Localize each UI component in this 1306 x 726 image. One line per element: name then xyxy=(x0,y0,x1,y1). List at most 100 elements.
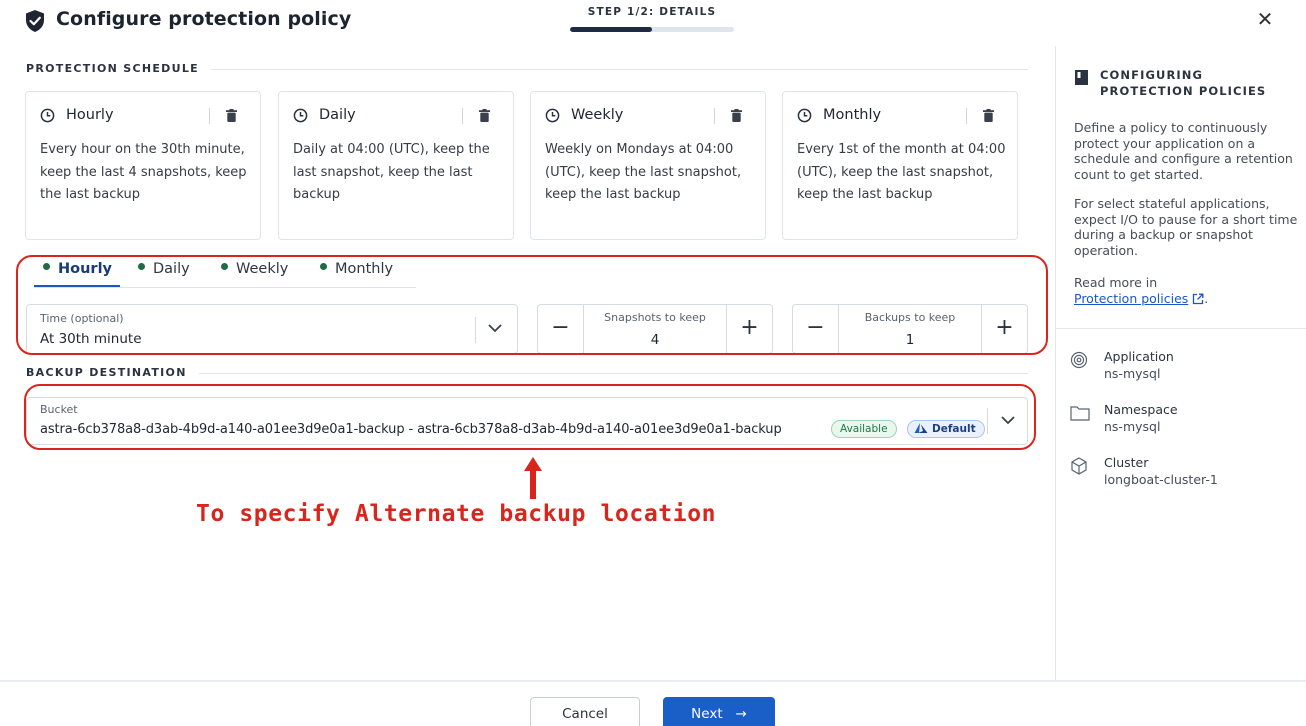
tab-monthly[interactable]: Monthly xyxy=(320,261,393,277)
status-dot xyxy=(138,263,145,270)
card-description: Every hour on the 30th minute, keep the … xyxy=(40,142,247,202)
time-select[interactable]: Time (optional) At 30th minute xyxy=(26,304,518,354)
snapshots-value[interactable]: 4 xyxy=(584,332,726,348)
book-icon xyxy=(1075,70,1088,85)
sidebar-title-line1: CONFIGURING xyxy=(1100,68,1204,82)
schedule-card-weekly: Weekly Weekly on Mondays at 04:00 (UTC),… xyxy=(530,91,766,240)
dialog-title: Configure protection policy xyxy=(56,8,352,30)
time-label: Time (optional) xyxy=(40,312,124,325)
help-sidebar: CONFIGURING PROTECTION POLICIES Define a… xyxy=(1055,46,1306,680)
status-dot xyxy=(43,263,50,270)
sidebar-item-value: ns-mysql xyxy=(1104,419,1161,434)
protection-policies-link[interactable]: Protection policies xyxy=(1074,291,1188,306)
schedule-card-daily: Daily Daily at 04:00 (UTC), keep the las… xyxy=(278,91,514,240)
card-description: Weekly on Mondays at 04:00 (UTC), keep t… xyxy=(545,142,742,202)
snapshots-increment-button[interactable]: + xyxy=(726,305,772,353)
next-button[interactable]: Next → xyxy=(663,697,775,726)
clock-icon xyxy=(797,108,812,123)
backups-increment-button[interactable]: + xyxy=(981,305,1027,353)
default-badge-label: Default xyxy=(932,423,976,435)
tab-hourly[interactable]: Hourly xyxy=(43,261,112,277)
application-icon xyxy=(1070,351,1088,369)
cluster-icon xyxy=(1071,457,1087,475)
backups-label: Backups to keep xyxy=(864,311,956,324)
default-badge: Default xyxy=(907,420,985,438)
select-separator xyxy=(987,408,988,434)
sidebar-title-line2: PROTECTION POLICIES xyxy=(1100,84,1267,98)
backup-destination-heading: BACKUP DESTINATION xyxy=(26,366,199,379)
external-link-icon[interactable] xyxy=(1192,293,1204,305)
step-indicator-label: STEP 1/2: DETAILS xyxy=(587,6,717,18)
footer-divider xyxy=(0,680,1306,682)
sidebar-read-more: Read more in Protection policies. xyxy=(1074,275,1300,306)
sidebar-item-key: Namespace xyxy=(1104,402,1178,417)
sidebar-item-namespace: Namespace ns-mysql xyxy=(1070,402,1300,438)
annotation-text: To specify Alternate backup location xyxy=(196,501,717,527)
sidebar-item-cluster: Cluster longboat-cluster-1 xyxy=(1070,455,1300,491)
folder-icon xyxy=(1070,406,1090,421)
bucket-value: astra-6cb378a8-d3ab-4b9d-a140-a01ee3d9e0… xyxy=(40,422,782,437)
sidebar-item-value: ns-mysql xyxy=(1104,366,1161,381)
card-title: Daily xyxy=(319,107,356,123)
chevron-down-icon[interactable] xyxy=(487,322,503,334)
card-divider xyxy=(966,108,967,124)
card-title: Hourly xyxy=(66,107,114,123)
tab-daily[interactable]: Daily xyxy=(138,261,190,277)
trash-icon[interactable] xyxy=(479,109,490,122)
sidebar-item-value: longboat-cluster-1 xyxy=(1104,472,1218,487)
snapshots-decrement-button[interactable]: − xyxy=(538,305,584,353)
step-progress-bar xyxy=(570,27,734,32)
select-separator xyxy=(475,317,476,343)
tab-label: Weekly xyxy=(236,261,289,277)
sidebar-title: CONFIGURING PROTECTION POLICIES xyxy=(1100,67,1266,99)
active-tab-indicator xyxy=(34,285,120,287)
tab-label: Daily xyxy=(153,261,190,277)
protection-schedule-heading: PROTECTION SCHEDULE xyxy=(26,62,211,75)
tab-weekly[interactable]: Weekly xyxy=(221,261,288,277)
close-button[interactable]: ✕ xyxy=(1255,8,1275,30)
backups-decrement-button[interactable]: − xyxy=(793,305,839,353)
clock-icon xyxy=(545,108,560,123)
trash-icon[interactable] xyxy=(983,109,994,122)
card-title: Monthly xyxy=(823,107,882,123)
trash-icon[interactable] xyxy=(226,109,237,122)
sidebar-item-key: Cluster xyxy=(1104,455,1149,470)
arrow-up-icon xyxy=(524,457,542,499)
sidebar-intro: Define a policy to continuously protect … xyxy=(1074,120,1293,182)
dialog-header: Configure protection policy STEP 1/2: DE… xyxy=(0,0,1306,46)
read-more-text: Read more in xyxy=(1074,275,1158,290)
status-dot xyxy=(320,263,327,270)
schedule-card-hourly: Hourly Every hour on the 30th minute, ke… xyxy=(25,91,261,240)
arrow-right-icon: → xyxy=(735,706,747,722)
card-description: Every 1st of the month at 04:00 (UTC), k… xyxy=(797,142,1006,202)
chevron-down-icon[interactable] xyxy=(1000,414,1016,426)
schedule-card-monthly: Monthly Every 1st of the month at 04:00 … xyxy=(782,91,1018,240)
bucket-select[interactable]: Bucket astra-6cb378a8-d3ab-4b9d-a140-a01… xyxy=(26,397,1028,445)
tabs-baseline xyxy=(34,287,416,288)
read-more-line: Protection policies. xyxy=(1074,291,1300,307)
card-title: Weekly xyxy=(571,107,624,123)
sidebar-item-key: Application xyxy=(1104,349,1174,364)
available-badge: Available xyxy=(831,420,897,438)
sidebar-note: For select stateful applications, expect… xyxy=(1074,196,1298,258)
backups-value[interactable]: 1 xyxy=(839,332,981,348)
status-dot xyxy=(221,263,228,270)
sidebar-divider xyxy=(1056,328,1306,329)
link-suffix: . xyxy=(1204,290,1209,306)
sidebar-item-application: Application ns-mysql xyxy=(1070,349,1300,385)
trash-icon[interactable] xyxy=(731,109,742,122)
card-divider xyxy=(714,108,715,124)
shield-check-icon xyxy=(26,10,44,32)
tab-label: Hourly xyxy=(58,261,112,277)
bucket-label: Bucket xyxy=(40,403,78,416)
snapshots-label: Snapshots to keep xyxy=(604,311,706,324)
tab-label: Monthly xyxy=(335,261,394,277)
card-description: Daily at 04:00 (UTC), keep the last snap… xyxy=(293,142,490,202)
cancel-button[interactable]: Cancel xyxy=(530,697,640,726)
time-value: At 30th minute xyxy=(40,331,142,347)
azure-icon xyxy=(914,423,928,433)
step-progress-fill xyxy=(570,27,652,32)
backups-stepper: − Backups to keep 1 + xyxy=(792,304,1028,354)
snapshots-stepper: − Snapshots to keep 4 + xyxy=(537,304,773,354)
card-divider xyxy=(209,108,210,124)
